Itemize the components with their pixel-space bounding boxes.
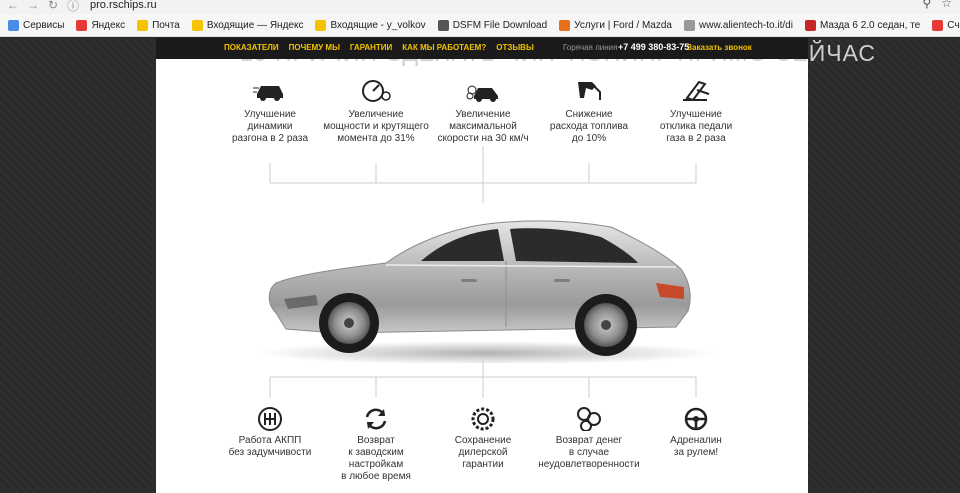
benefit-line: скорости на 30 км/ч	[437, 133, 529, 144]
benefit-line: гарантии	[462, 459, 504, 470]
bookmark-favicon-icon	[137, 19, 149, 31]
benefit-line: Адреналин	[670, 435, 722, 446]
benefit-text: Увеличение мощности и крутящего момента до…	[316, 109, 436, 145]
bookmark-label: www.alientech-to.it/di	[699, 19, 793, 31]
bookmark-favicon-icon	[559, 19, 571, 31]
benefit-line: Возврат денег	[555, 435, 623, 446]
benefit-line: максимальной	[449, 121, 517, 132]
benefit-line: газа в 2 раза	[666, 133, 726, 144]
bookmarks-bar: Сервисы Яндекс Почта Входящие — Яндекс Входя…	[0, 14, 960, 37]
bookmark-favicon-icon	[684, 19, 695, 31]
browser-toolbar: ← → ↻ ⓘ pro.rschips.ru ⚲ ☆	[0, 0, 960, 14]
benefit-line: в любое время	[341, 471, 411, 482]
benefit-line: мощности и крутящего	[323, 121, 429, 132]
benefit-line: момента до 31%	[337, 133, 415, 144]
benefit-line: к заводским	[348, 447, 404, 458]
bookmark-label: Услуги | Ford / Mazda	[574, 19, 672, 31]
benefit-text: Снижение расхода топлива до 10%	[529, 109, 649, 145]
forward-icon[interactable]: →	[26, 0, 40, 12]
gear-badge-icon	[466, 405, 500, 431]
bookmark-item[interactable]: DSFM File Download	[437, 19, 548, 31]
benefit-line: разгона в 2 раза	[231, 133, 309, 144]
bookmark-item[interactable]: Счётчики — Яндекс.	[932, 19, 960, 31]
benefit-line: расхода топлива	[549, 121, 629, 132]
speed-car-icon	[466, 76, 500, 102]
bookmark-label: Яндекс	[91, 19, 126, 31]
bookmark-item[interactable]: Сервисы	[8, 19, 65, 31]
bookmark-favicon-icon	[932, 19, 944, 31]
bookmark-label: Сервисы	[23, 19, 65, 31]
benefit-text: Возврат к заводским настройкам в любое врем…	[316, 435, 436, 483]
benefit-line: динамики	[247, 121, 293, 132]
benefit-text: Увеличение максимальной скорости на 30 км/…	[423, 109, 543, 145]
benefit-line: Сохранение	[454, 435, 512, 446]
benefit-line: отклика педали	[659, 121, 733, 132]
benefit-line: Возврат	[357, 435, 395, 446]
reload-icon[interactable]: ↻	[46, 0, 60, 12]
bookmark-label: DSFM File Download	[452, 19, 548, 31]
benefit-line: дилерской	[458, 447, 508, 458]
benefit-line: Увеличение	[455, 109, 511, 120]
benefit-line: настройкам	[348, 459, 404, 470]
bookmark-item[interactable]: Входящие — Яндекс	[191, 19, 304, 31]
benefit-line: неудовлетворенности	[538, 459, 640, 470]
refresh-icon	[359, 405, 393, 431]
bookmark-item[interactable]: Услуги | Ford / Mazda	[559, 19, 672, 31]
benefit-text: Работа АКПП без задумчивости	[210, 435, 330, 459]
pedal-icon	[679, 76, 713, 102]
fuel-pump-icon	[572, 76, 606, 102]
bookmark-favicon-icon	[437, 19, 449, 31]
benefit-text: Адреналин за рулем!	[636, 435, 756, 459]
benefit-text: Улучшение динамики разгона в 2 раза	[210, 109, 330, 145]
benefit-line: Работа АКПП	[238, 435, 302, 446]
search-icon[interactable]: ⚲	[922, 0, 931, 10]
bookmark-favicon-icon	[315, 19, 327, 31]
benefit-text: Сохранение дилерской гарантии	[423, 435, 543, 471]
bookmark-item[interactable]: Входящие - y_volkov	[315, 19, 426, 31]
benefit-line: до 10%	[571, 133, 607, 144]
bookmark-label: Входящие - y_volkov	[330, 19, 426, 31]
bookmark-label: Входящие — Яндекс	[206, 19, 304, 31]
back-icon[interactable]: ←	[6, 0, 20, 12]
benefit-line: за рулем!	[673, 447, 719, 458]
steering-wheel-icon	[679, 405, 713, 431]
bookmark-favicon-icon	[804, 19, 816, 31]
gearbox-icon	[253, 405, 287, 431]
info-icon[interactable]: ⓘ	[66, 0, 80, 14]
car-image	[256, 220, 716, 363]
coins-icon	[572, 405, 606, 432]
bookmark-item[interactable]: Мазда 6 2.0 седан, те	[804, 19, 921, 31]
benefit-line: Улучшение	[670, 109, 722, 120]
car-front-icon	[253, 76, 287, 102]
benefit-text: Улучшение отклика педали газа в 2 раза	[636, 109, 756, 145]
benefit-text: Возврат денег в случае неудовлетворенности	[529, 435, 649, 471]
bookmark-label: Мазда 6 2.0 седан, те	[819, 19, 921, 31]
benefit-line: Улучшение	[244, 109, 296, 120]
bookmark-favicon-icon	[8, 19, 19, 31]
bookmark-favicon-icon	[76, 19, 88, 31]
bookmark-item[interactable]: www.alientech-to.it/di	[684, 19, 793, 31]
star-icon[interactable]: ☆	[941, 0, 952, 10]
benefit-line: Снижение	[565, 109, 613, 120]
speedometer-icon	[359, 76, 393, 102]
bookmark-label: Почта	[152, 19, 180, 31]
bookmark-item[interactable]: Яндекс	[76, 19, 126, 31]
url-field[interactable]: pro.rschips.ru	[90, 0, 157, 11]
benefit-line: Увеличение	[348, 109, 404, 120]
benefit-line: без задумчивости	[228, 447, 312, 458]
benefit-line: в случае	[568, 447, 610, 458]
bookmark-favicon-icon	[191, 19, 203, 31]
bookmark-label: Счётчики — Яндекс.	[947, 19, 960, 31]
bookmark-item[interactable]: Почта	[137, 19, 180, 31]
address-row: ← → ↻ ⓘ pro.rschips.ru ⚲ ☆	[0, 0, 960, 14]
